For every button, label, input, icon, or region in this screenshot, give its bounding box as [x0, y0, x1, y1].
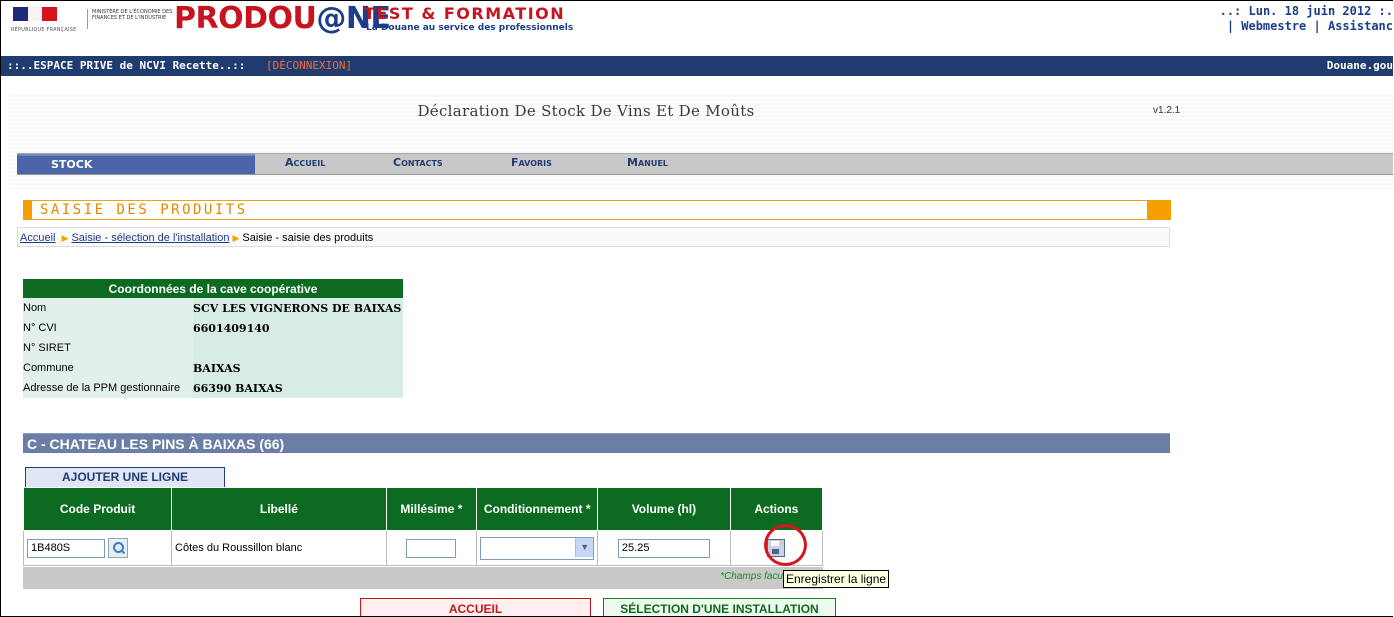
cooperative-info-title: Coordonnées de la cave coopérative [23, 279, 403, 298]
section-title-text: SAISIE DES PRODUITS [40, 202, 248, 218]
ministry-logo: MINISTÈRE DE L'ÉCONOMIE DES FINANCES ET … [87, 9, 174, 29]
header-actions: Actions [729, 487, 824, 531]
menu-accueil[interactable]: Accueil [285, 154, 325, 174]
conditionnement-select[interactable]: ▼ [480, 536, 595, 560]
page-title: Déclaration De Stock De Vins Et De Moûts [417, 102, 755, 120]
cooperative-info-table: Coordonnées de la cave coopérative Nom S… [23, 279, 403, 398]
table-footer: *Champs facu [23, 567, 823, 589]
cell-libelle: Côtes du Roussillon blanc [171, 530, 387, 566]
millesime-input[interactable] [406, 538, 457, 558]
assistance-link[interactable]: Assistanc [1328, 19, 1393, 33]
header-millesime: Millésime * [385, 487, 478, 531]
page-frame: RÉPUBLIQUE FRANÇAISE MINISTÈRE DE L'ÉCON… [0, 0, 1393, 617]
main-menu: STOCK Accueil Contacts Favoris Manuel [17, 153, 1393, 175]
ministry-text: MINISTÈRE DE L'ÉCONOMIE DES FINANCES ET … [92, 9, 173, 21]
breadcrumb-current: Saisie - saisie des produits [242, 232, 374, 244]
prodouane-logo: PRODOU@NE [174, 1, 391, 36]
cell-millesime [385, 530, 478, 566]
info-label: N° CVI [23, 318, 193, 338]
info-label: Commune [23, 358, 193, 378]
menu-contacts[interactable]: Contacts [393, 154, 443, 174]
cell-conditionnement: ▼ [476, 530, 599, 566]
add-line-button[interactable]: AJOUTER UNE LIGNE [25, 467, 225, 488]
info-row: N° CVI 6601409140 [23, 318, 403, 338]
webmestre-link[interactable]: | Webmestre | [1227, 19, 1321, 33]
info-label: Adresse de la PPM gestionnaire [23, 378, 193, 398]
menu-favoris[interactable]: Favoris [511, 154, 552, 174]
version-label: v1.2.1 [1153, 105, 1181, 116]
header-conditionnement: Conditionnement * [476, 487, 599, 531]
deconnexion-link[interactable]: [DÉCONNEXION] [266, 59, 352, 72]
breadcrumb-arrow-icon: ▶ [61, 233, 69, 243]
header-code-produit: Code Produit [22, 487, 173, 531]
save-tooltip: Enregistrer la ligne [783, 570, 890, 588]
header: RÉPUBLIQUE FRANÇAISE MINISTÈRE DE L'ÉCON… [1, 1, 1393, 37]
cell-code [22, 530, 173, 566]
info-value: SCV LES VIGNERONS DE BAIXAS [193, 298, 403, 318]
republic-flag-logo [13, 7, 57, 25]
highlight-circle [764, 524, 807, 566]
table-header-row: Code Produit Libellé Millésime * Conditi… [22, 487, 824, 531]
logo-at: @ [316, 1, 346, 36]
breadcrumb: Accueil ▶ Saisie - sélection de l'install… [17, 227, 1170, 247]
douane-gouv-link[interactable]: Douane.gou [1327, 59, 1393, 72]
date-display: ..: Lun. 18 juin 2012 :. [1219, 4, 1393, 18]
section-title: SAISIE DES PRODUITS [23, 200, 1171, 220]
breadcrumb-arrow-icon: ▶ [232, 233, 240, 243]
menu-manuel[interactable]: Manuel [627, 154, 668, 174]
header-libelle: Libellé [171, 487, 387, 531]
installation-title: C - CHATEAU LES PINS À BAIXAS (66) [23, 433, 1170, 453]
code-produit-input[interactable] [27, 538, 105, 558]
info-label: N° SIRET [23, 338, 193, 358]
breadcrumb-selection[interactable]: Saisie - sélection de l'installation [71, 232, 229, 244]
info-row: N° SIRET [23, 338, 403, 358]
table-row: Côtes du Roussillon blanc ▼ [22, 530, 824, 566]
select-installation-button[interactable]: SÉLECTION D'UNE INSTALLATION [603, 598, 836, 616]
info-row: Commune BAIXAS [23, 358, 403, 378]
breadcrumb-accueil[interactable]: Accueil [20, 232, 55, 244]
info-value: 66390 BAIXAS [193, 378, 403, 398]
optional-fields-note: *Champs facu [720, 571, 783, 582]
chevron-down-icon[interactable]: ▼ [575, 537, 594, 557]
info-value: 6601409140 [193, 318, 403, 338]
espace-prive-label: ::..ESPACE PRIVE de NCVI Recette..:: [7, 59, 246, 72]
info-row: Nom SCV LES VIGNERONS DE BAIXAS [23, 298, 403, 318]
info-value [193, 338, 403, 358]
top-links: | Webmestre | Assistanc [1227, 19, 1393, 33]
menu-stock[interactable]: STOCK [17, 154, 255, 174]
header-volume: Volume (hl) [597, 487, 731, 531]
search-icon[interactable] [108, 538, 129, 558]
accueil-button[interactable]: ACCUEIL [360, 598, 591, 616]
info-row: Adresse de la PPM gestionnaire 66390 BAI… [23, 378, 403, 398]
volume-input[interactable] [617, 538, 710, 558]
republique-francaise-text: RÉPUBLIQUE FRANÇAISE [11, 27, 77, 33]
products-table: Code Produit Libellé Millésime * Conditi… [22, 487, 824, 566]
logo-pro: PRODOU [174, 1, 317, 36]
tagline: La Douane au service des professionnels [366, 23, 574, 33]
info-label: Nom [23, 298, 193, 318]
test-formation-label: TEST & FORMATION [364, 4, 566, 23]
private-space-bar: ::..ESPACE PRIVE de NCVI Recette..:: [DÉ… [1, 56, 1393, 76]
info-value: BAIXAS [193, 358, 403, 378]
cell-volume [597, 530, 731, 566]
